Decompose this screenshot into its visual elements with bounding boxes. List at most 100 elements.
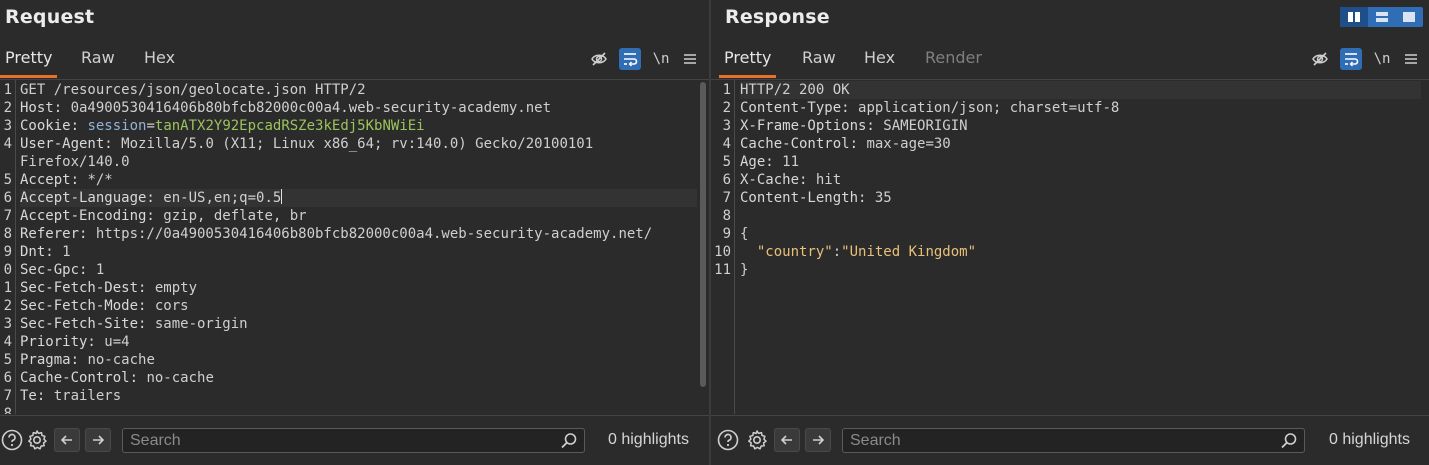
tab-render[interactable]: Render	[920, 42, 987, 78]
hide-nonprint-icon[interactable]	[588, 48, 610, 70]
header-value: max-age=30	[866, 136, 951, 152]
response-body[interactable]: HTTP/2 200 OK Content-Type: application/j…	[740, 81, 1421, 279]
header-name: Sec-Gpc:	[20, 262, 96, 278]
header-value: en-US,en;q=0.5	[163, 190, 282, 206]
code-line: "country":"United Kingdom"	[740, 243, 1421, 261]
tab-raw[interactable]: Raw	[76, 42, 120, 78]
line-text: }	[740, 262, 749, 278]
search-icon[interactable]	[560, 432, 578, 450]
code-line: Cookie: session=tanATX2Y92EpcadRSZe3kEdj…	[20, 117, 697, 135]
request-search-bar: 0 highlights	[0, 415, 709, 465]
code-line: Content-Length: 35	[740, 189, 1421, 207]
request-editor-tools: \n	[588, 48, 702, 70]
code-line: }	[740, 261, 1421, 279]
line-number: 3	[3, 118, 12, 134]
next-match-button[interactable]	[85, 428, 111, 452]
line-number: 3	[722, 118, 731, 134]
word-wrap-icon[interactable]	[1340, 48, 1362, 70]
header-value: no-cache	[146, 370, 214, 386]
code-line: User-Agent: Mozilla/5.0 (X11; Linux x86_…	[20, 135, 697, 153]
header-value: https://0a4900530416406b80bfcb82000c00a4…	[95, 226, 653, 242]
layout-side-by-side-icon[interactable]	[1340, 7, 1368, 27]
line-number: 5	[3, 352, 12, 368]
line-number: 7	[3, 208, 12, 224]
help-icon[interactable]	[0, 428, 24, 452]
previous-match-button[interactable]	[774, 428, 800, 452]
line-number: 7	[722, 190, 731, 206]
highlights-count: 0 highlights	[608, 431, 689, 448]
settings-gear-icon[interactable]	[25, 428, 49, 452]
header-name: Accept-Encoding:	[20, 208, 164, 224]
line-text: {	[740, 226, 749, 242]
layout-tabs-icon[interactable]	[1395, 7, 1423, 27]
code-line: Cache-Control: no-cache	[20, 369, 697, 387]
header-value: 0a4900530416406b80bfcb82000c00a4.web-sec…	[70, 100, 552, 116]
request-body[interactable]: GET /resources/json/geolocate.json HTTP/…	[20, 81, 697, 414]
highlights-count: 0 highlights	[1329, 431, 1410, 448]
menu-icon[interactable]	[679, 48, 701, 70]
header-name: Sec-Fetch-Mode:	[20, 298, 155, 314]
header-value: hit	[815, 172, 842, 188]
response-editor[interactable]: 1 2 3 4 5 6 7 8 9 10 11 HTTP/2 200 OK Content-Type:…	[711, 79, 1429, 414]
code-line: Sec-Fetch-Mode: cors	[20, 297, 697, 315]
tab-hex[interactable]: Hex	[859, 42, 900, 78]
header-value: no-cache	[87, 352, 155, 368]
next-match-button[interactable]	[805, 428, 831, 452]
newline-toggle[interactable]: \n	[1371, 48, 1393, 70]
search-box	[842, 428, 1305, 453]
response-editor-tools: \n	[1309, 48, 1423, 70]
header-value: 1	[95, 262, 105, 278]
line-number: 6	[3, 190, 12, 206]
header-value: Mozilla/5.0 (X11; Linux x86_64; rv:140.0…	[121, 136, 594, 152]
tab-hex[interactable]: Hex	[139, 42, 180, 78]
line-number: 5	[3, 172, 12, 188]
code-line: Firefox/140.0	[20, 153, 697, 171]
code-line: HTTP/2 200 OK	[740, 81, 1421, 99]
request-editor[interactable]: 1 2 3 4 5 6 7 8 9 0 1 2 3 4 5 6 7 8 GET /resources/json/g…	[0, 79, 709, 414]
help-icon[interactable]	[716, 428, 740, 452]
code-line: Cache-Control: max-age=30	[740, 135, 1421, 153]
header-name: X-Cache:	[740, 172, 816, 188]
cookie-name: session	[87, 118, 147, 134]
line-number: 8	[3, 406, 12, 414]
response-search-bar: 0 highlights	[711, 415, 1429, 465]
header-name: Accept:	[20, 172, 88, 188]
settings-gear-icon[interactable]	[745, 428, 769, 452]
header-name: Content-Type:	[740, 100, 859, 116]
line-number: 11	[714, 262, 731, 278]
search-icon[interactable]	[1280, 432, 1298, 450]
header-value: */*	[87, 172, 113, 188]
line-number: 3	[3, 316, 12, 332]
tab-pretty[interactable]: Pretty	[0, 42, 58, 78]
line-number	[0, 153, 12, 171]
code-line: GET /resources/json/geolocate.json HTTP/…	[20, 81, 697, 99]
newline-toggle[interactable]: \n	[650, 48, 672, 70]
search-box	[122, 428, 585, 453]
code-line: Referer: https://0a4900530416406b80bfcb8…	[20, 225, 697, 243]
header-name: Cache-Control:	[740, 136, 867, 152]
header-value: cors	[154, 298, 189, 314]
tab-pretty[interactable]: Pretty	[719, 42, 777, 78]
header-name: Age:	[740, 154, 783, 170]
search-input[interactable]	[123, 429, 584, 452]
header-name: Host:	[20, 100, 71, 116]
layout-switcher	[1340, 7, 1423, 27]
word-wrap-icon[interactable]	[619, 48, 641, 70]
header-name: X-Frame-Options:	[740, 118, 884, 134]
line-number-gutter: 1 2 3 4 5 6 7 8 9 0 1 2 3 4 5 6 7 8	[0, 80, 16, 414]
tab-raw[interactable]: Raw	[797, 42, 841, 78]
menu-icon[interactable]	[1400, 48, 1422, 70]
code-line: Host: 0a4900530416406b80bfcb82000c00a4.w…	[20, 99, 697, 117]
request-scrollbar[interactable]	[699, 82, 707, 412]
line-number: 10	[714, 244, 731, 260]
search-input[interactable]	[843, 429, 1304, 452]
scrollbar-thumb[interactable]	[700, 82, 706, 387]
previous-match-button[interactable]	[54, 428, 80, 452]
line-number: 4	[722, 136, 731, 152]
layout-stacked-icon[interactable]	[1368, 7, 1396, 27]
line-number: 1	[3, 280, 12, 296]
hide-nonprint-icon[interactable]	[1309, 48, 1331, 70]
